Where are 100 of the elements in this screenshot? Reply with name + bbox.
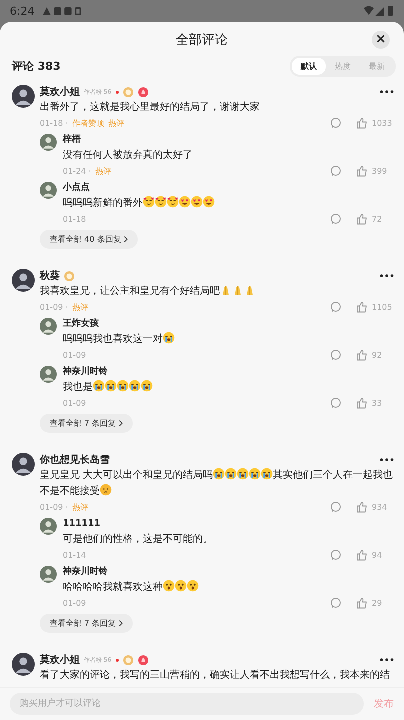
comment-icon[interactable] <box>330 501 342 513</box>
avatar <box>40 182 57 199</box>
thumbs-up-icon[interactable] <box>356 397 368 409</box>
heart-eyes-face-icon <box>191 196 203 208</box>
chevron-right-icon <box>124 236 128 243</box>
avatar <box>12 453 35 476</box>
comment-date: 01-09 · <box>40 502 68 512</box>
heart-eyes-face-icon <box>203 196 215 208</box>
thumbs-up-icon[interactable] <box>356 165 368 177</box>
like-count: 33 <box>372 398 384 408</box>
flame-badge-icon <box>138 86 149 98</box>
level-dot-icon <box>116 658 119 662</box>
avatar <box>40 366 57 383</box>
shocked-face-icon <box>163 580 175 592</box>
user-name: 莫欢小姐 <box>40 86 80 99</box>
hot-label: 热评 <box>72 302 88 312</box>
thumbs-up-icon[interactable] <box>356 117 368 129</box>
avatar <box>12 85 35 108</box>
comment-text: 皇兄皇兄 大大可以出个和皇兄的结局吗 其实他们三个人在一起我也不是不能接受 <box>40 468 394 499</box>
comment-date: 01-09 <box>63 350 86 360</box>
flame-badge-icon <box>138 654 149 666</box>
comment-icon[interactable] <box>330 301 342 313</box>
thumbs-up-icon[interactable] <box>356 213 368 225</box>
crying-face-icon <box>163 332 175 344</box>
more-icon[interactable] <box>380 90 394 94</box>
hot-label: 热评 <box>72 502 88 512</box>
thumbs-up-icon[interactable] <box>356 501 368 513</box>
crying-face-icon <box>93 380 105 392</box>
avatar <box>40 518 57 535</box>
user-name: 111111 <box>63 518 102 531</box>
comment-text: 没有任何人被放弃真的太好了 <box>63 148 194 163</box>
crying-face-icon <box>105 380 117 392</box>
level-dot-icon <box>116 90 119 94</box>
crying-face-icon <box>129 380 141 392</box>
like-count: 29 <box>372 598 384 608</box>
user-name: 你也想见长岛雪 <box>40 454 110 467</box>
thumbs-up-icon[interactable] <box>356 349 368 361</box>
like-count: 934 <box>372 502 388 512</box>
praying-hands-icon <box>244 284 256 296</box>
comment-icon[interactable] <box>330 549 342 561</box>
comment-text: 呜呜呜我也喜欢这一对 <box>63 332 394 348</box>
view-replies-button[interactable]: 查看全部 40 条回复 <box>40 230 138 249</box>
crying-face-icon <box>213 468 226 480</box>
avatar <box>40 134 57 151</box>
comment-date: 01-18 · <box>40 118 68 128</box>
user-name: 莫欢小姐 <box>40 654 80 667</box>
comment-text: 出番外了，这就是我心里最好的结局了，谢谢大家 <box>40 100 261 115</box>
comment-icon[interactable] <box>330 117 342 129</box>
more-icon[interactable] <box>380 658 394 662</box>
comment-text: 我喜欢皇兄，让公主和皇兄有个好结局吧 <box>40 284 394 300</box>
comment-date: 01-09 <box>63 398 86 408</box>
view-replies-button[interactable]: 查看全部 7 条回复 <box>40 414 134 433</box>
thumbs-up-icon[interactable] <box>356 301 368 313</box>
praying-hands-icon <box>220 284 232 296</box>
crying-face-icon <box>249 468 262 480</box>
comment-text: 哈哈哈哈我就喜欢这种 <box>63 580 394 596</box>
user-name: 神奈川时铃 <box>63 566 109 579</box>
status-time: 6:24 <box>10 4 35 18</box>
user-name: 秋葵 <box>40 270 60 283</box>
avatar <box>40 566 57 583</box>
more-icon[interactable] <box>380 458 394 462</box>
comment-icon[interactable] <box>330 349 342 361</box>
comment-icon[interactable] <box>330 213 342 225</box>
avatar <box>12 653 35 676</box>
comment-input-field[interactable]: 购买用户才可以评论 <box>10 693 364 715</box>
user-name: 梓梧 <box>63 134 82 147</box>
more-icon[interactable] <box>380 274 394 278</box>
medal-badge-icon <box>64 270 75 282</box>
comment-date: 01-09 <box>63 598 86 608</box>
close-button[interactable]: × <box>372 31 390 49</box>
smiling-hearts-face-icon <box>167 196 179 208</box>
like-count: 92 <box>372 350 384 360</box>
comment-date: 01-24 · <box>63 166 92 176</box>
thumbs-up-icon[interactable] <box>356 549 368 561</box>
crying-face-icon <box>141 380 153 392</box>
comment-date: 01-09 · <box>40 302 68 312</box>
like-count: 94 <box>372 550 384 560</box>
comment-text: 我也是 <box>63 380 394 396</box>
avatar <box>40 318 57 335</box>
chevron-right-icon <box>119 420 124 427</box>
user-name: 小点点 <box>63 182 91 195</box>
comment-icon[interactable] <box>330 165 342 177</box>
medal-badge-icon <box>122 86 134 98</box>
sort-tab[interactable]: 默认 <box>292 58 326 75</box>
comment-icon[interactable] <box>330 397 342 409</box>
comment-text: 可是他们的性格，这是不可能的。 <box>63 532 214 547</box>
comment-icon[interactable] <box>330 597 342 609</box>
thumbs-up-icon[interactable] <box>356 597 368 609</box>
shocked-face-icon <box>187 580 199 592</box>
user-name: 王炸女孩 <box>63 318 100 331</box>
signal-battery-icons <box>364 6 394 16</box>
shocked-face-icon <box>175 580 187 592</box>
view-replies-button[interactable]: 查看全部 7 条回复 <box>40 614 134 633</box>
hot-label: 作者赞顶 <box>72 118 104 128</box>
like-count: 1033 <box>372 118 394 128</box>
medal-badge-icon <box>122 654 134 666</box>
like-count: 399 <box>372 166 388 176</box>
user-name: 神奈川时铃 <box>63 366 109 379</box>
crying-face-icon <box>225 468 238 480</box>
praying-hands-icon <box>232 284 244 296</box>
